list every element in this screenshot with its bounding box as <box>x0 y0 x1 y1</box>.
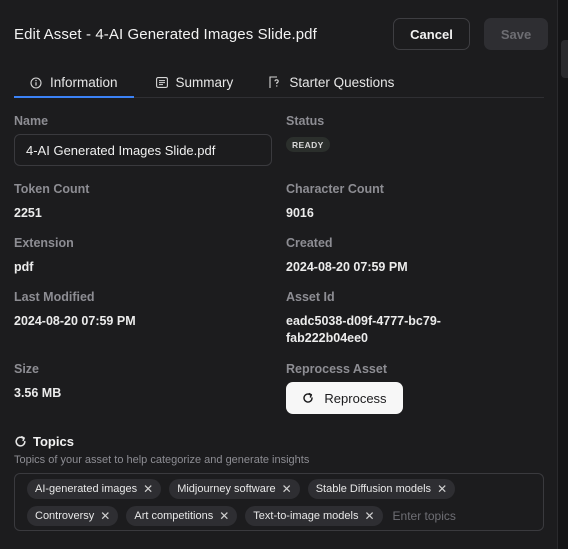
close-icon[interactable]: ✕ <box>364 510 374 522</box>
extension-field: Extension pdf <box>14 236 74 276</box>
asset-id-line1: eadc5038-d09f-4777-bc79- <box>286 314 441 328</box>
close-icon[interactable]: ✕ <box>219 510 229 522</box>
close-icon[interactable]: ✕ <box>282 483 292 495</box>
topic-chip: Controversy ✕ <box>27 506 119 526</box>
asset-id-label: Asset Id <box>286 290 335 304</box>
save-button[interactable]: Save <box>484 18 548 50</box>
background-panel <box>558 0 568 549</box>
refresh-icon <box>303 392 314 403</box>
created-field: Created 2024-08-20 07:59 PM <box>286 236 408 276</box>
info-icon <box>30 76 42 89</box>
asset-id-line2: fab222b04ee0 <box>286 331 369 345</box>
background-panel-edge <box>561 40 568 78</box>
topics-title: Topics <box>33 434 74 449</box>
list-icon <box>155 77 168 88</box>
question-icon <box>269 76 280 88</box>
size-value: 3.56 MB <box>14 386 62 400</box>
tab-bar: Information Summary Starter Questions <box>14 68 544 98</box>
asset-id-value: eadc5038-d09f-4777-bc79- fab222b04ee0 <box>286 313 441 347</box>
size-field: Size 3.56 MB <box>14 362 61 402</box>
character-count-field: Character Count 9016 <box>286 182 384 222</box>
status-field: Status <box>286 114 324 128</box>
extension-label: Extension <box>14 236 74 250</box>
size-label: Size <box>14 362 40 376</box>
topic-chip-label: Stable Diffusion models <box>315 483 432 495</box>
topic-chip-label: Midjourney software <box>177 483 276 495</box>
token-count-field: Token Count 2251 <box>14 182 89 222</box>
topic-chip: Art competitions ✕ <box>126 506 238 526</box>
topic-chip: Text-to-image models ✕ <box>245 506 383 526</box>
topic-chip: Stable Diffusion models ✕ <box>307 479 456 499</box>
reprocess-button[interactable]: Reprocess <box>286 382 403 414</box>
token-count-value: 2251 <box>14 206 42 220</box>
reprocess-button-label: Reprocess <box>324 390 387 406</box>
character-count-value: 9016 <box>286 206 314 220</box>
extension-value: pdf <box>14 260 34 274</box>
refresh-icon <box>15 435 26 447</box>
dialog-title: Edit Asset - 4-AI Generated Images Slide… <box>14 25 317 43</box>
tab-starter-questions[interactable]: Starter Questions <box>253 68 408 97</box>
tab-label: Information <box>50 75 118 90</box>
name-input[interactable] <box>14 134 272 166</box>
close-icon[interactable]: ✕ <box>437 483 447 495</box>
last-modified-field: Last Modified 2024-08-20 07:59 PM <box>14 290 136 330</box>
topic-chip: Midjourney software ✕ <box>169 479 300 499</box>
tab-summary[interactable]: Summary <box>140 68 248 97</box>
cancel-button[interactable]: Cancel <box>393 18 470 50</box>
name-label: Name <box>14 114 49 128</box>
status-label: Status <box>286 114 325 128</box>
close-icon[interactable]: ✕ <box>143 483 153 495</box>
tab-label: Summary <box>175 75 234 90</box>
close-icon[interactable]: ✕ <box>100 510 110 522</box>
token-count-label: Token Count <box>14 182 90 196</box>
status-badge: READY <box>286 137 330 152</box>
created-label: Created <box>286 236 333 250</box>
topic-chip: AI-generated images ✕ <box>27 479 162 499</box>
topic-chip-label: AI-generated images <box>35 483 138 495</box>
asset-id-field: Asset Id eadc5038-d09f-4777-bc79- fab222… <box>286 290 441 347</box>
last-modified-label: Last Modified <box>14 290 95 304</box>
last-modified-value: 2024-08-20 07:59 PM <box>14 314 136 328</box>
topics-heading: Topics <box>14 434 74 449</box>
tab-information[interactable]: Information <box>14 68 134 98</box>
topics-input-box[interactable]: AI-generated images ✕ Midjourney softwar… <box>14 473 544 531</box>
character-count-label: Character Count <box>286 182 384 196</box>
reprocess-field: Reprocess Asset <box>286 362 387 376</box>
topic-chip-label: Controversy <box>35 510 95 522</box>
topics-description: Topics of your asset to help categorize … <box>14 454 310 466</box>
tab-label: Starter Questions <box>289 75 395 90</box>
topic-chip-label: Art competitions <box>134 510 214 522</box>
name-field: Name <box>14 114 48 128</box>
edit-asset-dialog: Edit Asset - 4-AI Generated Images Slide… <box>0 0 558 549</box>
topic-chip-label: Text-to-image models <box>253 510 359 522</box>
reprocess-label: Reprocess Asset <box>286 362 387 376</box>
topics-input[interactable] <box>390 506 481 526</box>
created-value: 2024-08-20 07:59 PM <box>286 260 408 274</box>
